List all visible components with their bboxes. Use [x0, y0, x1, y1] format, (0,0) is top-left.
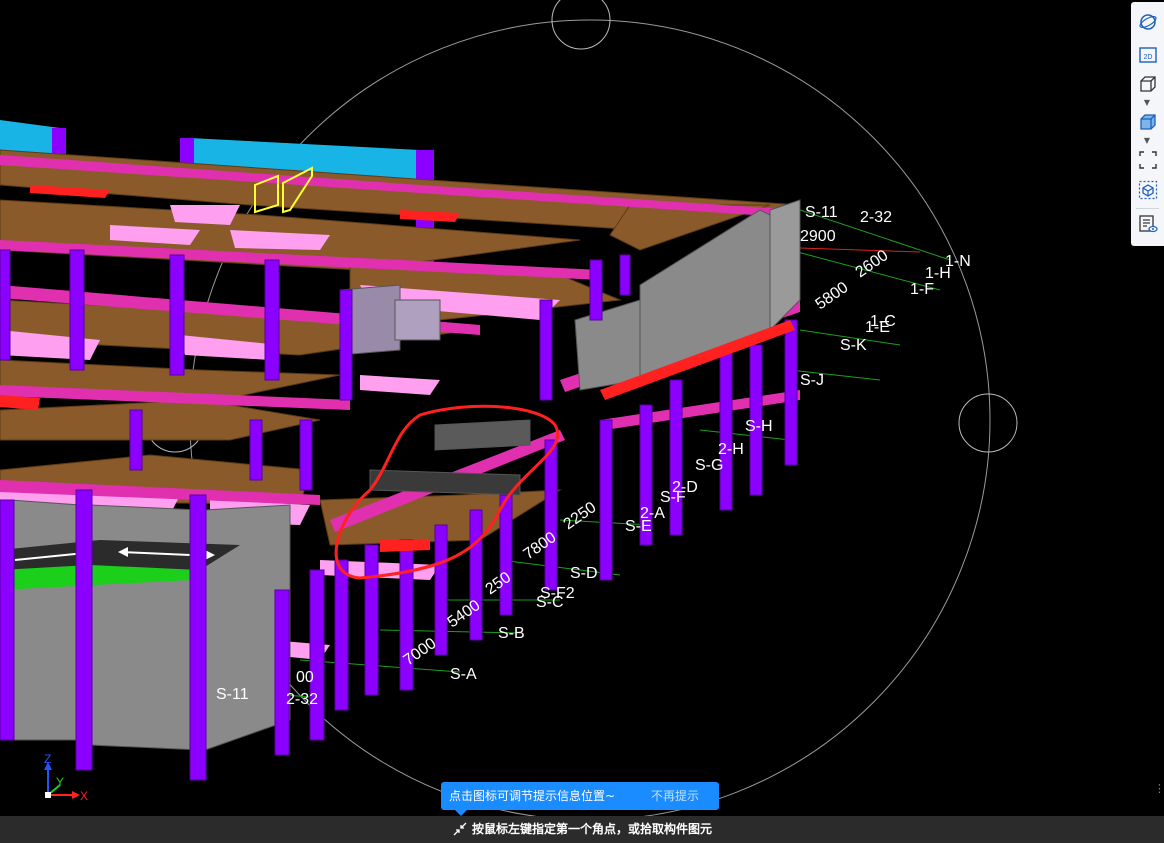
grid-label: S-D [570, 565, 598, 582]
grid-label: S-K [840, 337, 867, 354]
orbit-button[interactable] [1135, 10, 1160, 34]
2d-view-icon: 2D [1138, 47, 1157, 63]
component-selection-button[interactable] [1135, 178, 1160, 202]
dropdown-caret-icon[interactable]: ▼ [1142, 99, 1152, 107]
grid-label: 2900 [800, 228, 836, 245]
zoom-extents-icon [1138, 151, 1157, 169]
grid-label: S-H [745, 418, 773, 435]
grid-label: 1-N [945, 253, 971, 270]
grid-label: 5800 [813, 279, 852, 313]
grid-label: 2250 [561, 499, 600, 533]
3d-view-button[interactable] [1135, 72, 1160, 96]
collapse-arrows-icon[interactable] [452, 821, 468, 837]
properties-view-button[interactable] [1135, 212, 1160, 236]
grid-label: 2-32 [860, 209, 892, 226]
grid-label: S-J [800, 372, 824, 389]
axis-z-label: Z [44, 752, 51, 766]
2d-label: 2D [1143, 54, 1152, 61]
grid-label: 2600 [853, 247, 892, 281]
hint-tooltip[interactable]: 点击图标可调节提示信息位置~ 不再提示 [441, 782, 719, 816]
orbit-handle-right[interactable] [958, 393, 1018, 453]
zoom-extents-button[interactable] [1135, 148, 1160, 172]
command-prompt-text: 按鼠标左键指定第一个角点，或拾取构件图元 [472, 822, 713, 836]
grid-label: S-11 [216, 686, 249, 703]
orbit-icon [1138, 14, 1157, 30]
grid-label: S-F2 [540, 585, 575, 602]
2d-view-button[interactable]: 2D [1135, 43, 1160, 67]
orbit-handle-top[interactable] [551, 0, 611, 50]
axis-x-label: X [80, 789, 88, 803]
view-toolbar: 2D ▼ ▼ [1131, 2, 1164, 246]
axis-y-label: Y [56, 775, 64, 789]
toolbar-divider [1136, 208, 1159, 209]
grid-label: 00 [296, 669, 314, 686]
component-selection-icon [1138, 180, 1157, 200]
grid-label: 2-H [718, 441, 744, 458]
dont-show-again-link[interactable]: 不再提示 [651, 782, 699, 810]
building-model-scene[interactable]: S-11 2-32 2900 1-H 1-N 1-F 1-C 1-E S-K S… [0, 0, 1164, 816]
command-status-bar: 按鼠标左键指定第一个角点，或拾取构件图元 [0, 816, 1164, 843]
3d-model-viewport[interactable]: S-11 2-32 2900 1-H 1-N 1-F 1-C 1-E S-K S… [0, 0, 1164, 843]
grid-label: 1-E [865, 319, 890, 336]
3d-solid-box-icon [1139, 114, 1156, 130]
grid-label: S-B [498, 625, 525, 642]
dropdown-caret-icon[interactable]: ▼ [1142, 137, 1152, 145]
hint-text: 点击图标可调节提示信息位置~ [449, 789, 616, 803]
grid-label: S-F [660, 489, 686, 506]
grid-label: S-E [625, 518, 652, 535]
grid-label: S-11 [805, 204, 838, 221]
grid-label: S-A [450, 666, 477, 683]
grid-label: S-G [695, 457, 723, 474]
edge-marker: ⋮ [1154, 782, 1164, 795]
properties-view-icon [1138, 215, 1158, 233]
grid-label: 2-32 [286, 691, 318, 708]
3d-box-icon [1139, 76, 1156, 92]
grid-label: 1-F [910, 281, 934, 298]
3d-solid-view-button[interactable] [1135, 110, 1160, 134]
